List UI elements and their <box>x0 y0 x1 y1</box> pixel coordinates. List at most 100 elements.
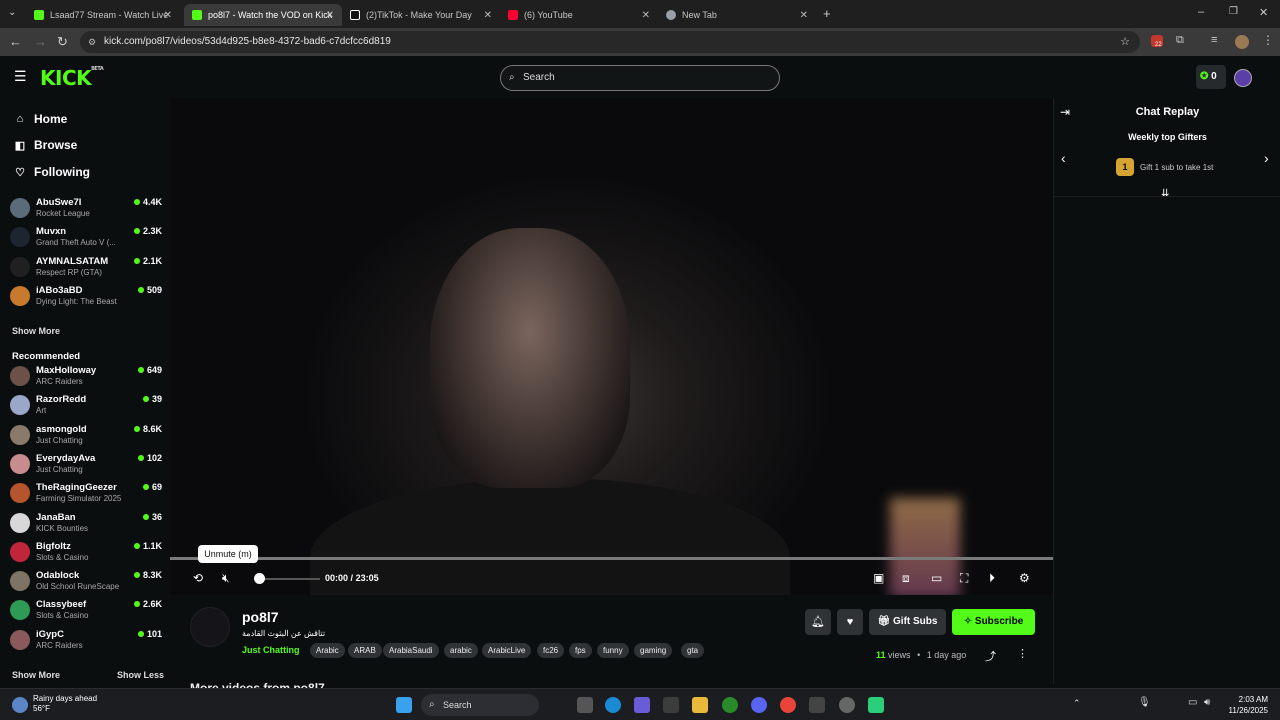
weather-widget[interactable]: Rainy days ahead 56°F <box>33 694 97 714</box>
channel-list-item[interactable]: AbuSwe7l Rocket League 4.4K <box>10 194 162 222</box>
browser-tab-4[interactable]: (6) YouTube ✕ <box>500 4 658 26</box>
weather-icon[interactable] <box>12 697 28 713</box>
subscribe-button[interactable]: ✧ Subscribe <box>952 609 1035 635</box>
windows-start-icon[interactable] <box>396 697 412 713</box>
tag-chip[interactable]: funny <box>597 643 629 658</box>
hamburger-menu-icon[interactable]: ☰ <box>14 68 27 85</box>
share-icon[interactable]: ⤴ <box>985 648 996 664</box>
close-tab-icon[interactable]: ✕ <box>642 10 650 21</box>
volume-icon[interactable]: 🔊︎ <box>1204 697 1210 708</box>
channel-list-item[interactable]: TheRagingGeezer Farming Simulator 2025 69 <box>10 479 162 507</box>
follow-heart-button[interactable]: ♥ <box>837 609 863 635</box>
show-less-button[interactable]: Show Less <box>117 670 164 680</box>
clip-icon[interactable]: ⧈ <box>902 571 910 586</box>
system-clock[interactable]: 2:03 AM 11/26/2025 <box>1229 694 1268 716</box>
show-more-following[interactable]: Show More <box>12 326 60 336</box>
tag-chip[interactable]: Arabic <box>310 643 345 658</box>
sidebar-item-following[interactable]: ♡ Following <box>12 165 90 179</box>
extensions-puzzle-icon[interactable]: ⧉ <box>1176 34 1184 47</box>
copilot-icon[interactable] <box>634 697 650 713</box>
close-tab-icon[interactable]: ✕ <box>484 10 492 21</box>
channel-avatar[interactable] <box>190 607 230 647</box>
channel-list-item[interactable]: AYMNALSATAM Respect RP (GTA) 2.1K <box>10 253 162 281</box>
close-tab-icon[interactable]: ✕ <box>164 10 172 21</box>
video-player[interactable]: ⟲ 🔇︎ 00:00 / 23:05 ▣ ⧈ ▭ ⛶ ⏵ ⚙ <box>170 98 1053 595</box>
channel-list-item[interactable]: MaxHolloway ARC Raiders 649 <box>10 362 162 390</box>
tag-chip[interactable]: ArabiaSaudi <box>383 643 439 658</box>
tab-search-icon[interactable]: ⌄ <box>8 7 16 18</box>
profile-avatar[interactable] <box>1235 35 1249 49</box>
close-window-icon[interactable]: ✕ <box>1259 6 1268 19</box>
forward-icon[interactable]: → <box>34 34 47 49</box>
search-input[interactable]: ⌕ Search <box>500 65 780 91</box>
tag-chip[interactable]: gta <box>681 643 705 658</box>
volume-slider-handle[interactable] <box>254 573 265 584</box>
address-bar[interactable]: ⚙ kick.com/po8l7/videos/53d4d925-b8e8-43… <box>80 31 1140 53</box>
app-icon[interactable] <box>839 697 855 713</box>
channel-list-item[interactable]: iABo3aBD Dying Light: The Beast 509 <box>10 282 162 310</box>
media-control-icon[interactable]: ≡ <box>1211 34 1217 46</box>
app-icon[interactable] <box>868 697 884 713</box>
channel-list-item[interactable]: iGypC ARC Raiders 101 <box>10 626 162 654</box>
theater-mode-icon[interactable]: ▭ <box>931 571 942 585</box>
edge-icon[interactable] <box>605 697 621 713</box>
restore-icon[interactable]: ❐ <box>1229 6 1238 17</box>
task-view-icon[interactable] <box>577 697 593 713</box>
category-link[interactable]: Just Chatting <box>242 645 300 655</box>
rewind-icon[interactable]: ⟲ <box>193 571 203 585</box>
network-icon[interactable]: ▭ <box>1188 697 1197 708</box>
chevron-right-icon[interactable]: › <box>1264 150 1269 166</box>
microphone-icon[interactable]: 🎙︎ <box>1138 697 1151 708</box>
tag-chip[interactable]: fc26 <box>537 643 565 658</box>
sidebar-item-browse[interactable]: ◧ Browse <box>12 138 78 152</box>
channel-list-item[interactable]: Muvxn Grand Theft Auto V (... 2.3K <box>10 223 162 251</box>
user-avatar[interactable] <box>1234 69 1252 87</box>
tag-chip[interactable]: fps <box>569 643 592 658</box>
channel-list-item[interactable]: JanaBan KICK Bounties 36 <box>10 509 162 537</box>
tag-chip[interactable]: ARAB <box>348 643 382 658</box>
channel-list-item[interactable]: Classybeef Slots & Casino 2.6K <box>10 596 162 624</box>
channel-list-item[interactable]: asmongold Just Chatting 8.6K <box>10 421 162 449</box>
channel-list-item[interactable]: EverydayAva Just Chatting 102 <box>10 450 162 478</box>
tray-chevron-icon[interactable]: ⌃ <box>1073 698 1081 709</box>
notification-bell-button[interactable]: 🔔︎ <box>805 609 831 635</box>
kicks-balance-button[interactable]: ✪ 0 <box>1196 65 1226 89</box>
chrome-menu-icon[interactable]: ⋮ <box>1262 33 1274 47</box>
bookmark-star-icon[interactable]: ☆ <box>1120 31 1130 53</box>
back-icon[interactable]: ← <box>9 34 22 49</box>
site-info-icon[interactable]: ⚙ <box>88 31 96 53</box>
fullscreen-icon[interactable]: ⛶ <box>960 571 968 586</box>
tag-chip[interactable]: ArabicLive <box>482 643 532 658</box>
chrome-icon[interactable] <box>780 697 796 713</box>
reload-icon[interactable]: ↻ <box>57 34 68 50</box>
store-icon[interactable] <box>663 697 679 713</box>
discord-icon[interactable] <box>751 697 767 713</box>
channel-list-item[interactable]: Odablock Old School RuneScape 8.3K <box>10 567 162 595</box>
channel-name[interactable]: po8l7 <box>242 609 279 625</box>
autoplay-icon[interactable]: ⏵ <box>989 571 995 586</box>
channel-list-item[interactable]: Bigfoltz Slots & Casino 1.1K <box>10 538 162 566</box>
taskbar-search[interactable]: ⌕ Search <box>421 694 539 716</box>
muted-speaker-icon[interactable]: 🔇︎ <box>222 571 230 586</box>
expand-gifters-icon[interactable]: ⇊ <box>1161 188 1169 199</box>
tag-chip[interactable]: arabic <box>444 643 478 658</box>
browser-tab-5[interactable]: New Tab ✕ <box>658 4 816 26</box>
miniplayer-icon[interactable]: ▣ <box>873 571 884 585</box>
xbox-icon[interactable] <box>722 697 738 713</box>
sidebar-item-home[interactable]: ⌂ Home <box>12 112 68 126</box>
app-icon[interactable] <box>809 697 825 713</box>
kick-logo[interactable]: KICKBETA <box>40 66 104 90</box>
close-tab-icon[interactable]: ✕ <box>800 10 808 21</box>
tag-chip[interactable]: gaming <box>634 643 673 658</box>
browser-tab-1[interactable]: Lsaad77 Stream - Watch Live o ✕ <box>26 4 180 26</box>
gift-subs-button[interactable]: 🎁︎ Gift Subs <box>869 609 946 635</box>
settings-gear-icon[interactable]: ⚙ <box>1019 571 1030 585</box>
browser-tab-3[interactable]: (2)TikTok - Make Your Day ✕ <box>342 4 500 26</box>
new-tab-button[interactable]: + <box>823 6 831 21</box>
file-explorer-icon[interactable] <box>692 697 708 713</box>
minimize-icon[interactable]: – <box>1198 6 1204 18</box>
channel-list-item[interactable]: RazorRedd Art 39 <box>10 391 162 419</box>
volume-slider[interactable] <box>258 578 320 580</box>
close-tab-icon[interactable]: ✕ <box>326 10 334 21</box>
browser-tab-2[interactable]: po8l7 - Watch the VOD on Kick ✕ <box>184 4 342 26</box>
